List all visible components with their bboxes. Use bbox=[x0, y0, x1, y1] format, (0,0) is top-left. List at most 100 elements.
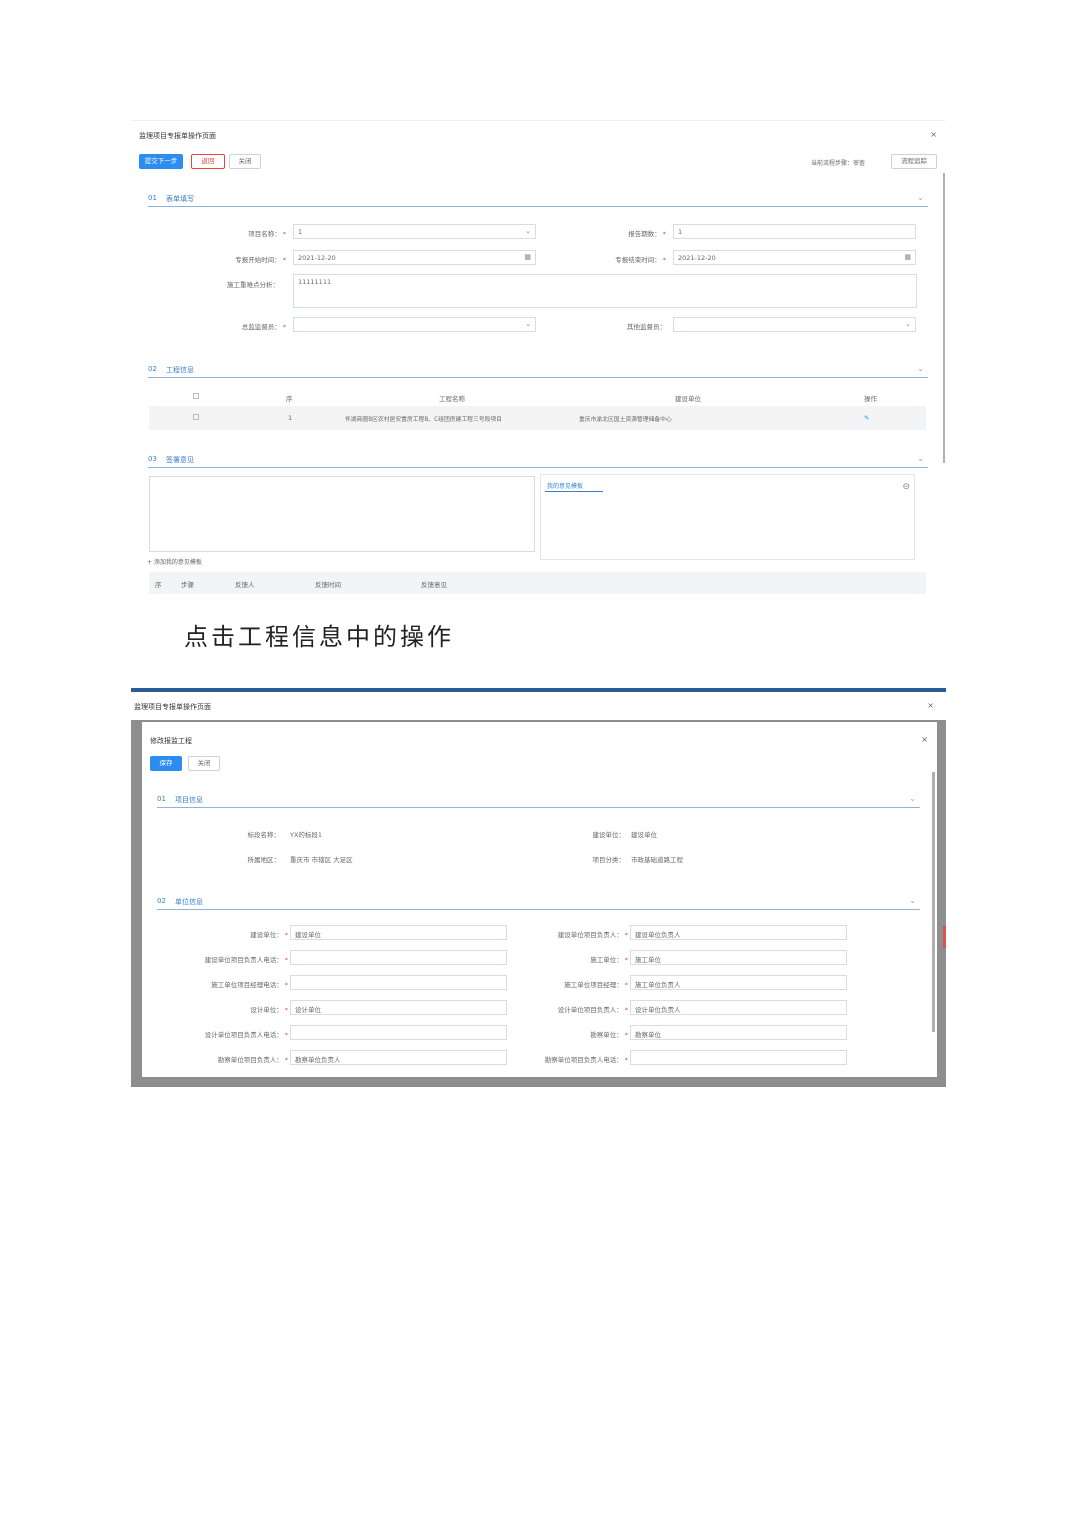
section-title: 签署意见 bbox=[166, 456, 194, 464]
chevron-down-icon[interactable]: ⌄ bbox=[917, 364, 924, 373]
field-label: 勘察单位： * bbox=[590, 1031, 628, 1039]
design-unit-input[interactable]: 设计单位 bbox=[290, 1000, 507, 1015]
field-label: 设计单位项目负责人电话： * bbox=[204, 1031, 288, 1039]
column-header: 反馈人 bbox=[235, 581, 255, 589]
screenshot-report-page: 监理项目专报单操作页面 × 提交下一步 返回 关闭 当前流程步骤：审查 流程追踪… bbox=[131, 120, 945, 603]
column-header: 反馈时间 bbox=[315, 581, 341, 589]
construction-unit-input[interactable]: 施工单位 bbox=[630, 950, 847, 965]
section-number: 01 bbox=[157, 795, 166, 803]
chevron-down-icon[interactable]: ⌄ bbox=[917, 193, 924, 202]
window-titlebar: 监理项目专报单操作页面 × bbox=[131, 692, 946, 720]
construction-manager-input[interactable]: 施工单位负责人 bbox=[630, 975, 847, 990]
opinion-template-panel: 我的意见模板 ⊖ bbox=[540, 474, 915, 560]
project-name-label: 项目名称： * bbox=[248, 230, 286, 238]
window-title: 监理项目专报单操作页面 bbox=[134, 703, 211, 711]
dialog-title: 修改报监工程 bbox=[150, 737, 192, 745]
edit-dialog: 修改报监工程 × 保存 关闭 01 项目信息 ⌄ 标段名称： YX的标段1 建设… bbox=[142, 722, 937, 1077]
section-opinion-header[interactable]: 03 签署意见 ⌄ bbox=[148, 452, 928, 468]
column-header: 反馈意见 bbox=[421, 581, 447, 589]
section-number: 02 bbox=[157, 897, 166, 905]
submit-next-button[interactable]: 提交下一步 bbox=[139, 154, 183, 169]
section-project-info-header[interactable]: 01 项目信息 ⌄ bbox=[157, 792, 920, 808]
other-supervisor-select[interactable]: ⌄ bbox=[673, 317, 916, 332]
opinion-textarea[interactable] bbox=[149, 476, 535, 552]
close-icon[interactable]: × bbox=[927, 701, 934, 710]
bid-name-label: 标段名称： bbox=[247, 831, 281, 839]
back-button[interactable]: 返回 bbox=[191, 154, 225, 169]
column-header: 步骤 bbox=[181, 581, 194, 589]
start-time-label: 专报开始时间： * bbox=[235, 256, 286, 264]
table-row[interactable]: 1 怀湖商圈B区农村居安置房工程B、C组团房建工程三号段项目 重庆市渝北区国土资… bbox=[149, 406, 926, 430]
row-project-name: 怀湖商圈B区农村居安置房工程B、C组团房建工程三号段项目 bbox=[345, 417, 502, 423]
survey-unit-phone-input[interactable] bbox=[630, 1050, 847, 1065]
build-unit-phone-input[interactable] bbox=[290, 950, 507, 965]
analysis-textarea[interactable]: 11111111 bbox=[293, 274, 917, 308]
build-unit-label: 建设单位： bbox=[592, 831, 626, 839]
unit-fields: 建设单位： * 建设单位 建设单位项目负责人： * 建设单位负责人 建设单位项目负责… bbox=[142, 925, 937, 1077]
calendar-icon: ▦ bbox=[904, 253, 911, 261]
start-time-input[interactable]: 2021-12-20 ▦ bbox=[293, 250, 536, 265]
column-header: 序 bbox=[155, 581, 162, 589]
row-checkbox[interactable] bbox=[193, 414, 199, 422]
close-icon[interactable]: × bbox=[930, 130, 937, 139]
survey-unit-input[interactable]: 勘察单位 bbox=[630, 1025, 847, 1040]
end-time-label: 专报结束时间： * bbox=[615, 256, 666, 264]
build-unit-leader-input[interactable]: 建设单位负责人 bbox=[630, 925, 847, 940]
end-time-input[interactable]: 2021-12-20 ▦ bbox=[673, 250, 916, 265]
design-unit-leader-input[interactable]: 设计单位负责人 bbox=[630, 1000, 847, 1015]
survey-unit-leader-input[interactable]: 勘察单位负责人 bbox=[290, 1050, 507, 1065]
category-label: 项目分类： bbox=[592, 856, 626, 864]
close-button[interactable]: 关闭 bbox=[188, 756, 220, 771]
section-project-info-header[interactable]: 02 工程信息 ⌄ bbox=[148, 362, 928, 378]
bid-name-value: YX的标段1 bbox=[290, 831, 323, 839]
section-number: 03 bbox=[148, 455, 157, 463]
field-label: 建设单位项目负责人电话： * bbox=[204, 956, 288, 964]
history-table-header: 序 步骤 反馈人 反馈时间 反馈意见 bbox=[149, 572, 926, 594]
chevron-down-icon[interactable]: ⌄ bbox=[909, 896, 916, 905]
chief-supervisor-select[interactable]: ⌄ bbox=[293, 317, 536, 332]
tab-my-template[interactable]: 我的意见模板 bbox=[547, 481, 583, 490]
other-supervisor-label: 其他监督员： bbox=[627, 323, 666, 331]
report-count-label: 报告期数： * bbox=[628, 230, 666, 238]
close-button[interactable]: 关闭 bbox=[229, 154, 261, 169]
field-label: 施工单位项目经理电话： * bbox=[211, 981, 288, 989]
chief-supervisor-label: 总监监督员： * bbox=[241, 323, 286, 331]
section-number: 01 bbox=[148, 194, 157, 202]
section-title: 表单填写 bbox=[166, 195, 194, 203]
analysis-label: 施工重难点分析： bbox=[227, 281, 279, 289]
chevron-down-icon[interactable]: ⌄ bbox=[909, 794, 916, 803]
region-label: 所属地区： bbox=[247, 856, 281, 864]
row-build-unit: 重庆市渝北区国土资源管理储备中心 bbox=[579, 417, 672, 423]
column-header: 工程名称 bbox=[439, 395, 465, 403]
field-label: 施工单位： * bbox=[590, 956, 628, 964]
column-header: 建设单位 bbox=[675, 395, 701, 403]
flow-track-button[interactable]: 流程追踪 bbox=[891, 154, 937, 169]
row-index: 1 bbox=[288, 414, 293, 422]
scrollbar[interactable] bbox=[932, 772, 935, 1032]
construction-manager-phone-input[interactable] bbox=[290, 975, 507, 990]
category-value: 市政基础道路工程 bbox=[631, 856, 683, 864]
design-unit-phone-input[interactable] bbox=[290, 1025, 507, 1040]
minus-circle-icon[interactable]: ⊖ bbox=[902, 482, 910, 492]
field-label: 建设单位项目负责人： * bbox=[557, 931, 628, 939]
section-unit-info-header[interactable]: 02 单位信息 ⌄ bbox=[157, 894, 920, 910]
close-icon[interactable]: × bbox=[921, 735, 928, 744]
screenshot-edit-project-dialog: 监理项目专报单操作页面 × 修改报监工程 × 保存 关闭 01 项目信息 ⌄ 标… bbox=[131, 688, 946, 1087]
build-unit-input[interactable]: 建设单位 bbox=[290, 925, 507, 940]
select-all-checkbox[interactable] bbox=[193, 393, 199, 401]
project-name-select[interactable]: 1 ⌄ bbox=[293, 224, 536, 239]
column-header: 操作 bbox=[864, 395, 877, 403]
section-form-header[interactable]: 01 表单填写 ⌄ bbox=[148, 191, 928, 207]
chevron-down-icon[interactable]: ⌄ bbox=[917, 454, 924, 463]
report-count-input[interactable]: 1 bbox=[673, 224, 916, 239]
add-template-link[interactable]: + 添加我的意见模板 bbox=[147, 557, 202, 566]
scrollbar[interactable] bbox=[943, 173, 945, 463]
chevron-down-icon: ⌄ bbox=[525, 227, 531, 235]
field-label: 施工单位项目经理： * bbox=[564, 981, 628, 989]
save-button[interactable]: 保存 bbox=[150, 756, 182, 771]
field-label: 勘察单位项目负责人电话： * bbox=[544, 1056, 628, 1064]
calendar-icon: ▦ bbox=[524, 253, 531, 261]
field-label: 设计单位项目负责人： * bbox=[557, 1006, 628, 1014]
field-label: 设计单位： * bbox=[250, 1006, 288, 1014]
edit-icon[interactable]: ✎ bbox=[864, 414, 869, 422]
